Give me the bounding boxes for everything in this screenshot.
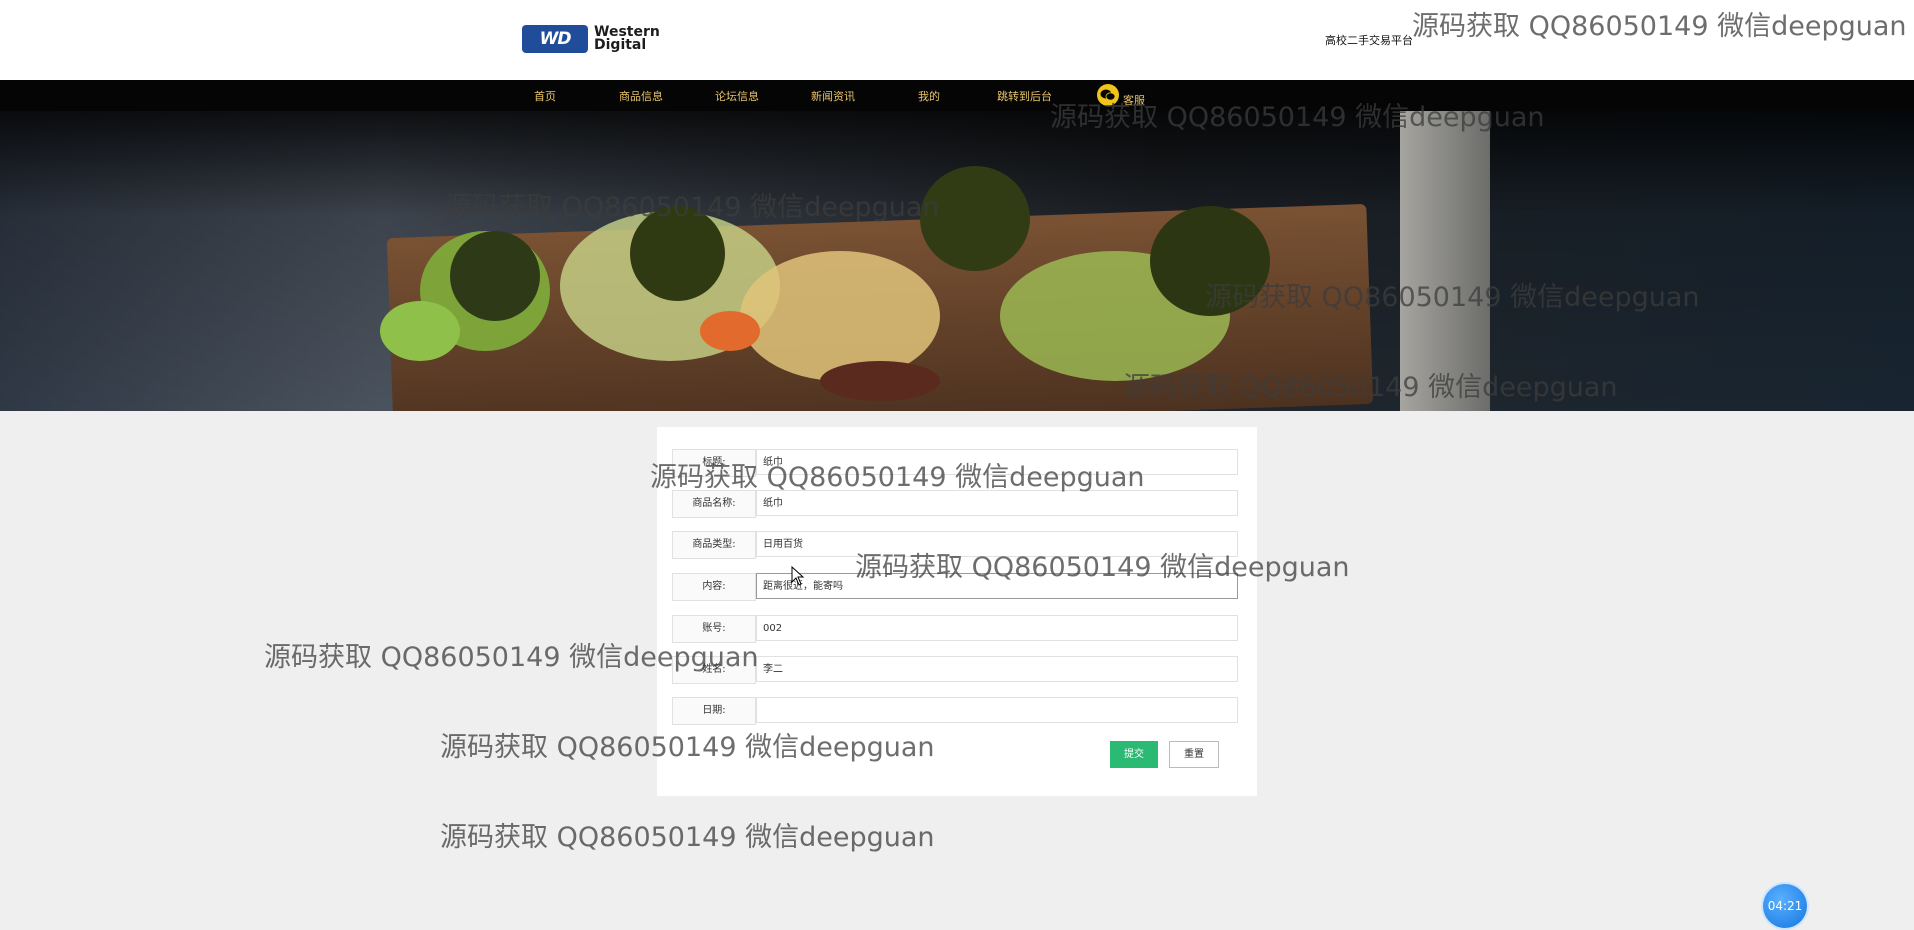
logo-wordmark: Western Digital [594, 25, 660, 53]
title-field[interactable]: 纸巾 [756, 449, 1238, 475]
banner-food [820, 361, 940, 401]
field-label: 内容: [672, 573, 756, 601]
nav-item-products[interactable]: 商品信息 [619, 88, 663, 104]
nav-item-mine[interactable]: 我的 [918, 88, 940, 104]
nav-item-home[interactable]: 首页 [534, 88, 556, 104]
product-type-field[interactable]: 日用百货 [756, 531, 1238, 557]
product-name-field[interactable]: 纸巾 [756, 490, 1238, 516]
field-label: 商品类型: [672, 531, 756, 559]
main-nav: 首页 商品信息 论坛信息 新闻资讯 我的 跳转到后台 客服 [0, 80, 1914, 111]
banner-plank [1400, 111, 1490, 411]
banner-food [450, 231, 540, 321]
submit-button[interactable]: 提交 [1110, 741, 1158, 768]
account-field[interactable]: 002 [756, 615, 1238, 641]
banner-food [380, 301, 460, 361]
form-row-content: 内容: 距离很近，能寄吗 [672, 573, 1242, 601]
field-label: 标题: [672, 449, 756, 477]
form-row-date: 日期: [672, 697, 1242, 725]
form-row-title: 标题: 纸巾 [672, 449, 1242, 477]
wechat-icon[interactable] [1097, 84, 1119, 106]
form-row-account: 账号: 002 [672, 615, 1242, 643]
watermark: 源码获取 QQ86050149 微信deepguan [440, 822, 935, 853]
field-label: 账号: [672, 615, 756, 643]
field-label: 日期: [672, 697, 756, 725]
date-field[interactable] [756, 697, 1238, 723]
product-form: 标题: 纸巾 商品名称: 纸巾 商品类型: 日用百货 内容: 距离很近，能寄吗 … [657, 427, 1257, 796]
banner-food [1150, 206, 1270, 316]
logo-line-2: Digital [594, 37, 647, 53]
name-field[interactable]: 李二 [756, 656, 1238, 682]
timer-badge[interactable]: 04:21 [1763, 884, 1807, 928]
brand-logo[interactable]: WD Western Digital [522, 25, 660, 53]
form-row-name: 姓名: 李二 [672, 656, 1242, 684]
form-row-product-type: 商品类型: 日用百货 [672, 531, 1242, 559]
banner-food [920, 166, 1030, 271]
reset-button[interactable]: 重置 [1169, 741, 1219, 768]
content-field[interactable]: 距离很近，能寄吗 [756, 573, 1238, 599]
hero-banner [0, 111, 1914, 411]
form-row-product-name: 商品名称: 纸巾 [672, 490, 1242, 518]
banner-food [700, 311, 760, 351]
banner-food [740, 251, 940, 381]
logo-mark: WD [522, 25, 588, 53]
nav-item-forum[interactable]: 论坛信息 [715, 88, 759, 104]
mouse-cursor-icon [791, 565, 805, 590]
nav-item-service[interactable]: 客服 [1123, 92, 1145, 108]
platform-name: 高校二手交易平台 [1325, 34, 1413, 47]
site-header: WD Western Digital 高校二手交易平台 [0, 0, 1914, 80]
nav-item-news[interactable]: 新闻资讯 [811, 88, 855, 104]
field-label: 姓名: [672, 656, 756, 684]
field-label: 商品名称: [672, 490, 756, 518]
nav-item-admin[interactable]: 跳转到后台 [997, 88, 1052, 104]
banner-food [630, 206, 725, 301]
